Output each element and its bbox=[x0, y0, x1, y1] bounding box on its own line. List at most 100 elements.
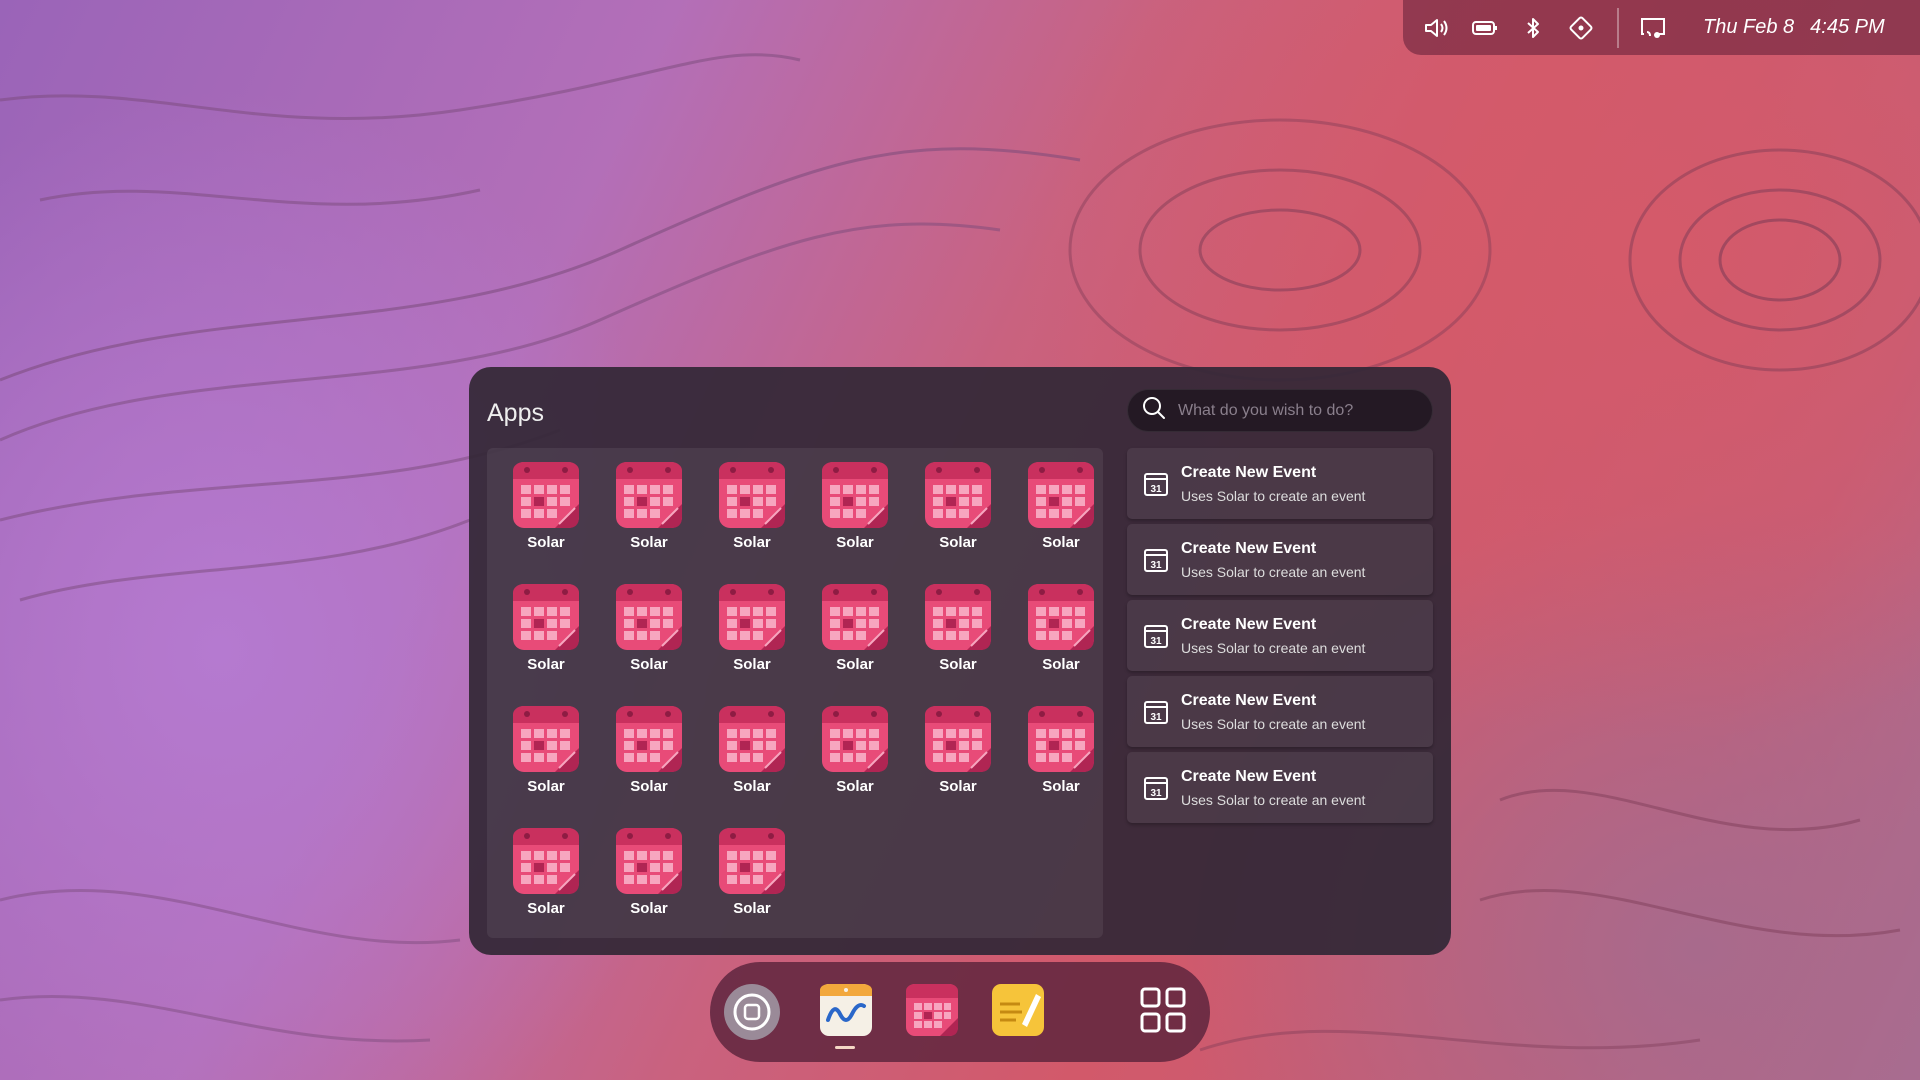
status-bar-divider bbox=[1617, 7, 1619, 48]
solar-calendar-icon bbox=[822, 584, 888, 650]
calendar-31-icon: 31 bbox=[1144, 548, 1168, 572]
status-date: Thu Feb 8 bbox=[1703, 16, 1795, 38]
suggested-actions-list: 31 Create New Event Uses Solar to create … bbox=[1127, 448, 1433, 828]
app-label: Solar bbox=[527, 778, 565, 795]
app-label: Solar bbox=[733, 900, 771, 917]
screen-cast-icon[interactable] bbox=[1639, 14, 1667, 42]
solar-calendar-icon bbox=[1028, 706, 1094, 772]
action-subtitle: Uses Solar to create an event bbox=[1181, 715, 1366, 732]
dock bbox=[710, 962, 1210, 1062]
app-tile[interactable]: Solar bbox=[812, 572, 898, 682]
app-tile[interactable]: Solar bbox=[709, 816, 795, 926]
app-tile[interactable]: Solar bbox=[915, 572, 1001, 682]
action-title: Create New Event bbox=[1181, 615, 1317, 633]
app-label: Solar bbox=[733, 534, 771, 551]
app-label: Solar bbox=[527, 534, 565, 551]
action-subtitle: Uses Solar to create an event bbox=[1181, 639, 1366, 656]
location-icon[interactable] bbox=[1567, 14, 1595, 42]
action-item-create-event[interactable]: 31 Create New Event Uses Solar to create … bbox=[1127, 448, 1433, 519]
volume-icon[interactable] bbox=[1423, 14, 1451, 42]
app-label: Solar bbox=[630, 900, 668, 917]
svg-text:31: 31 bbox=[1150, 788, 1162, 799]
action-title: Create New Event bbox=[1181, 463, 1317, 481]
app-label: Solar bbox=[630, 656, 668, 673]
app-tile[interactable]: Solar bbox=[606, 450, 692, 560]
solar-calendar-icon bbox=[616, 828, 682, 894]
notes-app-icon[interactable] bbox=[992, 984, 1044, 1036]
calendar-31-icon: 31 bbox=[1144, 776, 1168, 800]
app-label: Solar bbox=[1042, 656, 1080, 673]
solar-calendar-icon bbox=[719, 584, 785, 650]
apps-grid: Solar Solar Solar Solar Solar Solar Sola… bbox=[487, 448, 1103, 938]
whiteboard-app-icon[interactable] bbox=[820, 984, 872, 1036]
action-title: Create New Event bbox=[1181, 539, 1317, 557]
svg-text:31: 31 bbox=[1150, 560, 1162, 571]
app-label: Solar bbox=[733, 778, 771, 795]
solar-calendar-icon bbox=[719, 706, 785, 772]
action-item-create-event[interactable]: 31 Create New Event Uses Solar to create … bbox=[1127, 600, 1433, 671]
app-tile[interactable]: Solar bbox=[709, 450, 795, 560]
launcher-panel: Apps Solar Solar Solar Solar Solar Solar… bbox=[469, 367, 1451, 955]
action-item-create-event[interactable]: 31 Create New Event Uses Solar to create … bbox=[1127, 524, 1433, 595]
action-text: Create New Event Uses Solar to create an … bbox=[1181, 768, 1365, 808]
app-label: Solar bbox=[836, 656, 874, 673]
solar-calendar-icon bbox=[1028, 584, 1094, 650]
app-tile[interactable]: Solar bbox=[709, 572, 795, 682]
svg-text:31: 31 bbox=[1150, 636, 1162, 647]
solar-calendar-icon bbox=[513, 828, 579, 894]
home-button-icon[interactable] bbox=[724, 984, 780, 1040]
status-time: 4:45 PM bbox=[1810, 16, 1885, 38]
solar-calendar-icon bbox=[719, 828, 785, 894]
solar-calendar-icon bbox=[822, 706, 888, 772]
solar-calendar-icon bbox=[925, 584, 991, 650]
action-subtitle: Uses Solar to create an event bbox=[1181, 791, 1366, 808]
apps-heading: Apps bbox=[487, 399, 544, 427]
app-tile[interactable]: Solar bbox=[915, 694, 1001, 804]
app-tile[interactable]: Solar bbox=[606, 816, 692, 926]
status-bar: Thu Feb 8 4:45 PM bbox=[1403, 0, 1920, 55]
app-tile[interactable]: Solar bbox=[1018, 694, 1104, 804]
app-tile[interactable]: Solar bbox=[606, 572, 692, 682]
search-bar[interactable] bbox=[1127, 389, 1433, 432]
app-tile[interactable]: Solar bbox=[1018, 572, 1104, 682]
solar-calendar-icon bbox=[616, 462, 682, 528]
calendar-31-icon: 31 bbox=[1144, 624, 1168, 648]
solar-calendar-icon bbox=[513, 706, 579, 772]
app-tile[interactable]: Solar bbox=[503, 694, 589, 804]
app-label: Solar bbox=[1042, 534, 1080, 551]
bluetooth-icon[interactable] bbox=[1519, 14, 1547, 42]
calendar-app-icon[interactable] bbox=[906, 984, 958, 1036]
action-item-create-event[interactable]: 31 Create New Event Uses Solar to create … bbox=[1127, 676, 1433, 747]
app-tile[interactable]: Solar bbox=[812, 450, 898, 560]
action-item-create-event[interactable]: 31 Create New Event Uses Solar to create … bbox=[1127, 752, 1433, 823]
app-label: Solar bbox=[939, 778, 977, 795]
action-text: Create New Event Uses Solar to create an … bbox=[1181, 616, 1365, 656]
app-label: Solar bbox=[836, 778, 874, 795]
svg-text:31: 31 bbox=[1150, 484, 1162, 495]
solar-calendar-icon bbox=[1028, 462, 1094, 528]
app-label: Solar bbox=[630, 534, 668, 551]
solar-calendar-icon bbox=[822, 462, 888, 528]
app-label: Solar bbox=[630, 778, 668, 795]
solar-calendar-icon bbox=[616, 706, 682, 772]
solar-calendar-icon bbox=[513, 584, 579, 650]
app-label: Solar bbox=[939, 534, 977, 551]
app-tile[interactable]: Solar bbox=[606, 694, 692, 804]
app-grid-icon[interactable] bbox=[1140, 984, 1192, 1036]
app-label: Solar bbox=[1042, 778, 1080, 795]
action-text: Create New Event Uses Solar to create an … bbox=[1181, 464, 1365, 504]
app-label: Solar bbox=[733, 656, 771, 673]
app-tile[interactable]: Solar bbox=[812, 694, 898, 804]
battery-icon[interactable] bbox=[1471, 14, 1499, 42]
app-tile[interactable]: Solar bbox=[503, 450, 589, 560]
solar-calendar-icon bbox=[925, 706, 991, 772]
solar-calendar-icon bbox=[513, 462, 579, 528]
search-input[interactable] bbox=[1176, 400, 1420, 421]
calendar-31-icon: 31 bbox=[1144, 472, 1168, 496]
app-tile[interactable]: Solar bbox=[709, 694, 795, 804]
app-tile[interactable]: Solar bbox=[915, 450, 1001, 560]
app-tile[interactable]: Solar bbox=[503, 572, 589, 682]
app-label: Solar bbox=[939, 656, 977, 673]
app-tile[interactable]: Solar bbox=[1018, 450, 1104, 560]
app-tile[interactable]: Solar bbox=[503, 816, 589, 926]
